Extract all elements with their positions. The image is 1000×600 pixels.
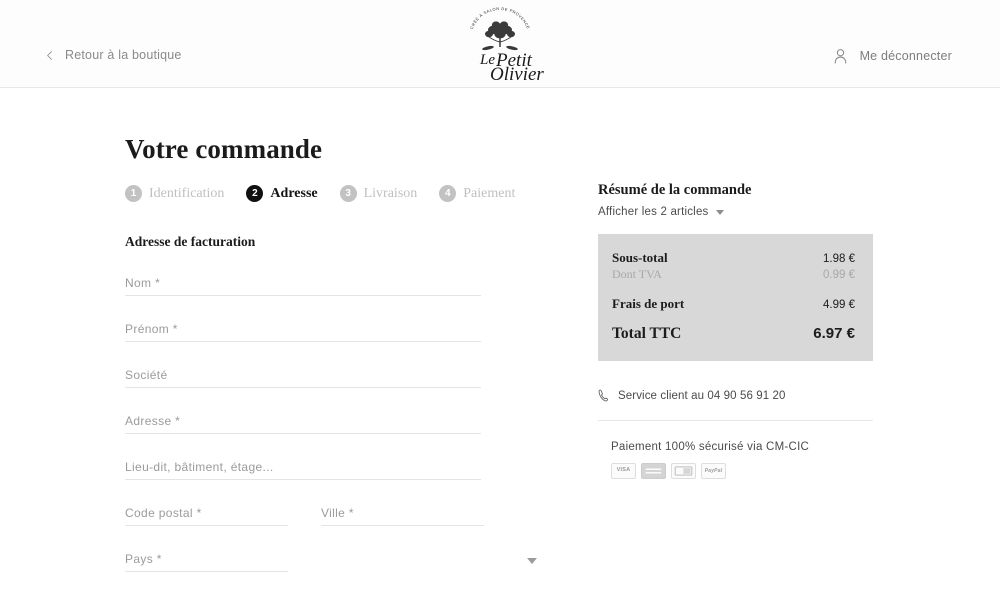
step-paiement[interactable]: 4 Paiement (439, 185, 515, 202)
vat-value: 0.99 € (823, 269, 855, 281)
field-ville[interactable]: Ville * (321, 500, 484, 526)
checkout-form-column: Votre commande 1 Identification 2 Adress… (125, 136, 545, 600)
page-title: Votre commande (125, 134, 323, 164)
show-articles-label: Afficher les 2 articles (598, 206, 709, 218)
paypal-icon: PayPal (701, 463, 726, 479)
ville-placeholder: Ville * (321, 506, 354, 520)
postal-city-row: Code postal * Ville * (125, 500, 545, 526)
step-label: Livraison (363, 185, 418, 201)
field-complement[interactable]: Lieu-dit, bâtiment, étage... (125, 454, 545, 480)
mastercard-glyph (645, 468, 662, 474)
totals-row-shipping: Frais de port 4.99 € (612, 296, 855, 312)
societe-placeholder: Société (125, 368, 168, 382)
site-header: Retour à la boutique CRÉÉ À SALON DE PRO… (0, 0, 1000, 88)
step-number: 1 (125, 185, 142, 202)
checkout-steps: 1 Identification 2 Adresse 3 Livraison 4… (125, 185, 545, 202)
field-code-postal[interactable]: Code postal * (125, 500, 288, 526)
billing-address-title: Adresse de facturation (125, 234, 256, 249)
prenom-placeholder: Prénom * (125, 322, 178, 336)
back-to-shop-link[interactable]: Retour à la boutique (45, 48, 182, 62)
show-articles-toggle[interactable]: Afficher les 2 articles (598, 206, 873, 218)
subtotal-label: Sous-total (612, 250, 668, 265)
step-number: 2 (246, 185, 264, 202)
step-label: Identification (149, 185, 225, 201)
logout-link[interactable]: Me déconnecter (833, 48, 952, 64)
chevron-left-icon (45, 50, 54, 60)
secure-payment-label: Paiement 100% sécurisé via CM-CIC (611, 441, 810, 453)
field-pays[interactable]: Pays * (125, 546, 545, 572)
totals-row-vat: Dont TVA 0.99 € (612, 267, 855, 282)
vat-label: Dont TVA (612, 267, 662, 281)
shipping-value: 4.99 € (823, 299, 855, 311)
pays-placeholder: Pays * (125, 552, 162, 566)
field-prenom[interactable]: Prénom * (125, 316, 545, 342)
svg-text:Olivier: Olivier (490, 64, 544, 84)
back-to-shop-label: Retour à la boutique (65, 48, 182, 62)
phone-icon (598, 389, 609, 402)
totals-row-subtotal: Sous-total 1.98 € (612, 250, 855, 266)
checkout-page: Retour à la boutique CRÉÉ À SALON DE PRO… (0, 0, 1000, 600)
total-label: Total TTC (612, 325, 682, 342)
logout-label: Me déconnecter (859, 49, 952, 63)
cb-card-glyph (674, 466, 693, 476)
summary-divider (598, 420, 873, 421)
visa-icon: VISA (611, 463, 636, 479)
customer-service[interactable]: Service client au 04 90 56 91 20 (598, 389, 873, 402)
shipping-label: Frais de port (612, 296, 685, 311)
step-number: 4 (439, 185, 457, 202)
step-livraison[interactable]: 3 Livraison (339, 185, 418, 202)
field-societe[interactable]: Société (125, 362, 545, 388)
order-totals-box: Sous-total 1.98 € Dont TVA 0.99 € Frais … (598, 234, 873, 361)
field-telephone[interactable]: Téléphone * (125, 592, 545, 600)
order-summary-title: Résumé de la commande (598, 182, 752, 198)
total-value: 6.97 € (813, 325, 855, 342)
totals-row-total: Total TTC 6.97 € (612, 325, 855, 343)
step-adresse[interactable]: 2 Adresse (246, 185, 318, 202)
payment-methods: VISA PayPal (598, 463, 873, 479)
step-label: Adresse (270, 185, 318, 201)
step-identification[interactable]: 1 Identification (125, 185, 224, 202)
order-summary-column: Résumé de la commande Afficher les 2 art… (598, 182, 873, 479)
visa-label: VISA (616, 467, 631, 474)
step-number: 3 (339, 185, 357, 202)
user-icon (833, 48, 848, 64)
field-nom[interactable]: Nom * (125, 270, 545, 296)
nom-placeholder: Nom * (125, 276, 161, 290)
chevron-down-icon (527, 558, 537, 564)
code-postal-placeholder: Code postal * (125, 506, 202, 520)
logo-artwork: CRÉÉ À SALON DE PROVENCE Le Petit Olivie… (469, 6, 545, 84)
paypal-label: PayPal (704, 467, 723, 474)
complement-placeholder: Lieu-dit, bâtiment, étage... (125, 460, 274, 474)
cb-card-icon (671, 463, 696, 479)
adresse-placeholder: Adresse * (125, 414, 181, 428)
chevron-down-icon (715, 209, 724, 215)
mastercard-icon (641, 463, 666, 479)
customer-service-label: Service client au 04 90 56 91 20 (618, 389, 786, 402)
step-label: Paiement (463, 185, 516, 201)
brand-logo[interactable]: CRÉÉ À SALON DE PROVENCE Le Petit Olivie… (454, 6, 546, 84)
subtotal-value: 1.98 € (823, 253, 855, 265)
field-adresse[interactable]: Adresse * (125, 408, 545, 434)
